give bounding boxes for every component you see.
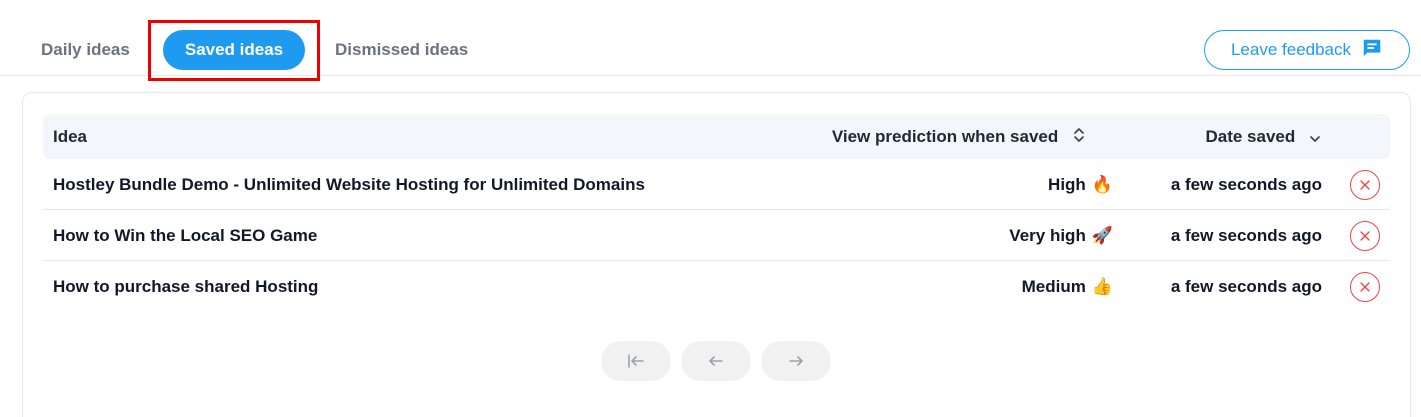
column-header-date[interactable]: Date saved — [1205, 114, 1320, 159]
prediction-value: Medium — [1021, 277, 1086, 296]
close-icon — [1360, 180, 1370, 190]
chevron-down-icon[interactable] — [1310, 115, 1320, 160]
dismiss-button[interactable] — [1350, 272, 1380, 302]
previous-page-button[interactable] — [681, 341, 751, 381]
prediction-value: High — [1048, 175, 1086, 194]
thumbs-up-icon: 👍 — [1091, 277, 1113, 297]
tab-dismissed-ideas[interactable]: Dismissed ideas — [335, 30, 468, 70]
leave-feedback-button[interactable]: Leave feedback — [1204, 30, 1410, 70]
sort-icon[interactable] — [1073, 115, 1085, 160]
column-header-date-label: Date saved — [1205, 127, 1296, 146]
tab-daily-ideas[interactable]: Daily ideas — [41, 30, 130, 70]
arrow-right-icon — [789, 356, 803, 366]
date-saved: a few seconds ago — [1170, 175, 1322, 194]
column-header-prediction[interactable]: View prediction when saved — [832, 114, 1085, 159]
saved-ideas-card: Idea View prediction when saved Date sav… — [22, 92, 1411, 417]
table-row: How to purchase shared Hosting Medium 👍 a… — [43, 261, 1390, 312]
first-page-button[interactable] — [601, 341, 671, 381]
column-header-prediction-label: View prediction when saved — [831, 127, 1059, 146]
prediction-cell: Medium 👍 — [1022, 261, 1113, 312]
first-page-icon — [628, 354, 644, 368]
table-row: Hostley Bundle Demo - Unlimited Website … — [43, 159, 1390, 210]
arrow-left-icon — [709, 356, 723, 366]
idea-title: Hostley Bundle Demo - Unlimited Website … — [53, 175, 645, 194]
leave-feedback-label: Leave feedback — [1230, 40, 1352, 59]
prediction-cell: High 🔥 — [1048, 159, 1113, 210]
column-header-idea: Idea — [53, 127, 88, 146]
pagination — [601, 341, 831, 381]
close-icon — [1360, 231, 1370, 241]
date-saved: a few seconds ago — [1170, 277, 1322, 296]
table-row: How to Win the Local SEO Game Very high 🚀… — [43, 210, 1390, 261]
date-saved: a few seconds ago — [1170, 226, 1322, 245]
fire-icon: 🔥 — [1091, 175, 1113, 195]
idea-title: How to Win the Local SEO Game — [53, 226, 318, 245]
rocket-icon: 🚀 — [1091, 226, 1113, 246]
table-header: Idea View prediction when saved Date sav… — [43, 114, 1390, 159]
tab-saved-ideas[interactable]: Saved ideas — [163, 30, 305, 70]
tab-bar: Daily ideas Saved ideas Dismissed ideas … — [0, 0, 1421, 81]
idea-title: How to purchase shared Hosting — [53, 277, 319, 296]
chat-icon — [1361, 37, 1383, 64]
dismiss-button[interactable] — [1350, 221, 1380, 251]
close-icon — [1360, 282, 1370, 292]
prediction-cell: Very high 🚀 — [1009, 210, 1113, 261]
next-page-button[interactable] — [761, 341, 831, 381]
dismiss-button[interactable] — [1350, 170, 1380, 200]
prediction-value: Very high — [1009, 226, 1086, 245]
